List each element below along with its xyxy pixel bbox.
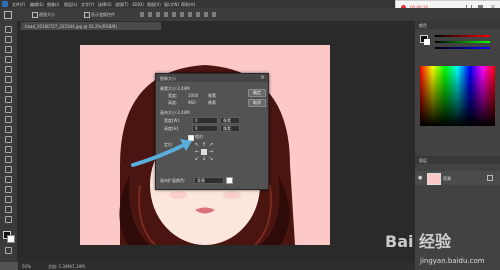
anchor-e-arrow-icon[interactable]: → (208, 149, 214, 155)
hand-tool-icon[interactable] (5, 206, 12, 213)
bg-color-swatch[interactable] (424, 39, 430, 45)
eraser-tool-icon[interactable] (5, 126, 12, 133)
options-bar: 视图大小 显示变换控件 (0, 8, 500, 22)
current-height-value: 960 (188, 100, 196, 105)
align-icons[interactable] (140, 12, 220, 17)
transform-controls-label: 显示变换控件 (91, 12, 115, 17)
ps-logo-icon (2, 1, 8, 7)
layer-thumbnail (427, 173, 441, 185)
eye-icon[interactable]: ● (418, 175, 422, 181)
new-height-value: 0 (195, 126, 198, 131)
g-slider[interactable] (435, 41, 490, 43)
cancel-button[interactable]: 取消 (248, 99, 266, 107)
lock-icon (487, 175, 493, 181)
dialog-titlebar: 图像大小 × (156, 74, 268, 82)
blur-tool-icon[interactable] (5, 146, 12, 153)
dodge-tool-icon[interactable] (5, 156, 12, 163)
new-height-label: 高度(H): (164, 126, 180, 131)
document-tab-title: head_20180727_225344.jpg @ 50.2%(RGB/8) (25, 24, 117, 29)
move-tool-icon[interactable] (4, 11, 12, 19)
color-tab[interactable]: 颜色 (419, 23, 427, 28)
eyedropper-tool-icon[interactable] (5, 76, 12, 83)
new-height-unit-select[interactable]: 像素 (220, 125, 240, 132)
anchor-ne-arrow-icon[interactable]: ↗ (208, 142, 214, 148)
history-brush-tool-icon[interactable] (5, 116, 12, 123)
anchor-se-arrow-icon[interactable]: ↘ (208, 156, 214, 162)
layers-tab[interactable]: 图层 (419, 158, 427, 163)
crop-tool-icon[interactable] (5, 66, 12, 73)
brush-tool-icon[interactable] (5, 96, 12, 103)
anchor-s-arrow-icon[interactable]: ↓ (201, 156, 207, 162)
canvas-size-dialog: 图像大小 × 像素大小:2.44M 宽度: 1000 像素 高度: 960 像素… (155, 73, 269, 190)
layer-name: 背景 (443, 176, 451, 181)
healing-tool-icon[interactable] (5, 86, 12, 93)
canvas-extension-value: 背景 (197, 178, 205, 183)
anchor-n-arrow-icon[interactable]: ↑ (201, 142, 207, 148)
layers-panel-tabs: 图层 (415, 156, 500, 164)
color-panel-tabs: 颜色 (415, 21, 500, 29)
current-width-label: 宽度: (168, 93, 178, 98)
gradient-tool-icon[interactable] (5, 136, 12, 143)
new-height-unit: 像素 (223, 126, 231, 131)
quick-mask-icon[interactable] (5, 247, 12, 254)
highlight-arrow (131, 139, 192, 167)
new-width-label: 宽度(W): (164, 118, 181, 123)
dialog-close-icon[interactable]: × (260, 74, 265, 81)
document-tab-bar: head_20180727_225344.jpg @ 50.2%(RGB/8) (18, 21, 415, 30)
layer-row[interactable]: ● 背景 (415, 171, 500, 185)
current-width-value: 1000 (188, 93, 199, 98)
tools-panel (0, 21, 18, 262)
new-width-value: 0 (195, 118, 198, 123)
menu-3d[interactable]: 3D(D) (132, 2, 144, 7)
path-select-tool-icon[interactable] (5, 186, 12, 193)
new-width-unit: 像素 (223, 118, 231, 123)
new-width-unit-select[interactable]: 像素 (220, 117, 240, 124)
watermark-url: jingyan.baidu.com (420, 257, 485, 265)
auto-select-checkbox[interactable] (32, 12, 38, 18)
watermark-brand: Bai 经验 (385, 232, 452, 251)
new-size-label: 画布大小:2.44M (160, 110, 190, 115)
canvas-extension-select[interactable]: 背景 (194, 177, 224, 184)
auto-select-label: 视图大小 (39, 12, 55, 17)
baidu-watermark: Bai 经验 (385, 228, 451, 252)
current-size-label: 像素大小:2.44M (160, 86, 190, 91)
stamp-tool-icon[interactable] (5, 106, 12, 113)
r-slider[interactable] (435, 35, 490, 37)
b-slider[interactable] (435, 47, 490, 49)
quick-select-tool-icon[interactable] (5, 56, 12, 63)
color-spectrum[interactable] (420, 66, 495, 126)
canvas-extension-color-swatch[interactable] (226, 177, 233, 184)
anchor-center-icon[interactable] (201, 149, 207, 155)
document-tab[interactable]: head_20180727_225344.jpg @ 50.2%(RGB/8) (21, 22, 161, 30)
zoom-status: 50% (22, 264, 31, 269)
new-height-input[interactable]: 0 (192, 125, 218, 132)
move-tool-icon[interactable] (5, 26, 12, 33)
canvas-extension-label: 画布扩展颜色: (160, 178, 186, 183)
document-status: 文档: 1.34M/1.34M (48, 264, 85, 269)
background-color-swatch[interactable] (7, 235, 15, 243)
current-width-unit: 像素 (208, 93, 216, 98)
lasso-tool-icon[interactable] (5, 46, 12, 53)
marquee-tool-icon[interactable] (5, 36, 12, 43)
current-height-label: 高度: (168, 100, 178, 105)
shape-tool-icon[interactable] (5, 196, 12, 203)
type-tool-icon[interactable] (5, 176, 12, 183)
dialog-title: 图像大小 (160, 76, 176, 81)
new-width-input[interactable]: 0 (192, 117, 218, 124)
zoom-tool-icon[interactable] (5, 216, 12, 223)
transform-controls-checkbox[interactable] (84, 12, 90, 18)
ok-button[interactable]: 确定 (248, 89, 266, 97)
pen-tool-icon[interactable] (5, 166, 12, 173)
current-height-unit: 像素 (208, 100, 216, 105)
status-bar: 50% 文档: 1.34M/1.34M (18, 262, 415, 270)
